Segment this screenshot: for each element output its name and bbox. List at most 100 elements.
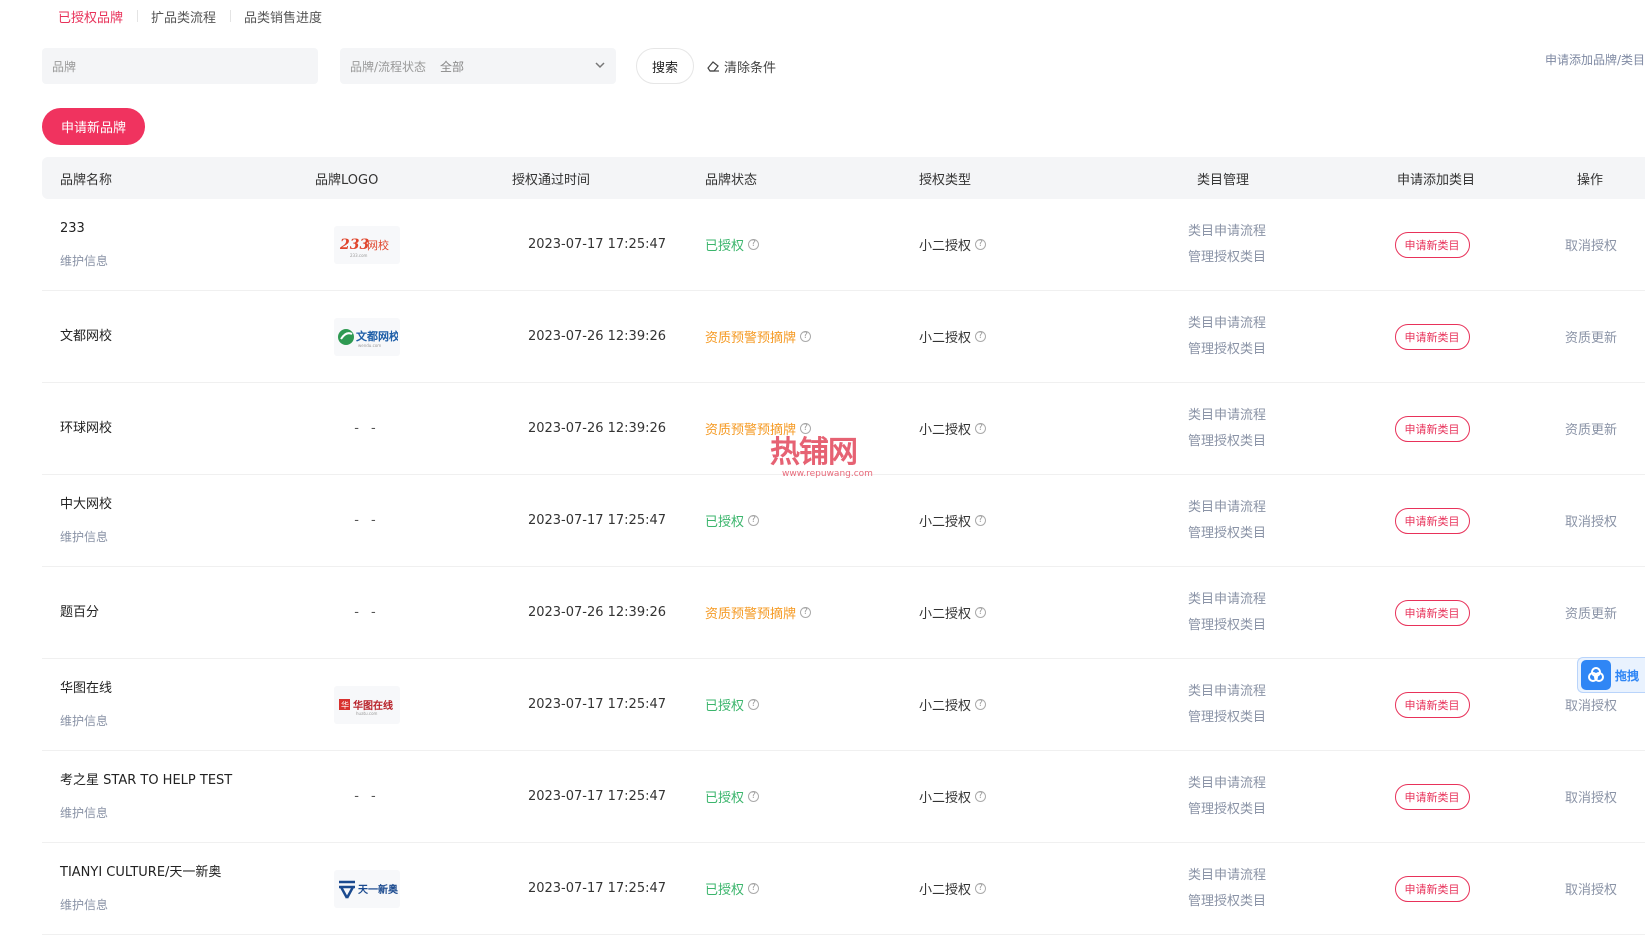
help-icon[interactable]: ? xyxy=(748,883,760,894)
apply-new-category-button[interactable]: 申请新类目 xyxy=(1394,507,1470,534)
apply-category-cell: 申请新类目 xyxy=(1382,659,1482,750)
category-apply-flow-link[interactable]: 类目申请流程 xyxy=(1188,495,1266,521)
help-icon[interactable]: ? xyxy=(975,791,987,802)
manage-auth-category-link[interactable]: 管理授权类目 xyxy=(1188,337,1266,363)
row-operation-link[interactable]: 资质更新 xyxy=(1565,603,1617,622)
help-icon[interactable]: ? xyxy=(975,515,987,526)
apply-new-category-button[interactable]: 申请新类目 xyxy=(1394,231,1470,258)
table-row: 环球网校 - -2023-07-26 12:39:26 资质预警预摘牌? 小二授权? 类… xyxy=(42,383,1645,475)
table-header: 品牌名称 品牌LOGO 授权通过时间 品牌状态 授权类型 类目管理 申请添加类目… xyxy=(42,157,1645,199)
manage-auth-category-link[interactable]: 管理授权类目 xyxy=(1188,429,1266,455)
auth-type: 小二授权? xyxy=(919,327,1019,346)
apply-new-category-button[interactable]: 申请新类目 xyxy=(1394,691,1470,718)
brand-status-cell: 已授权? xyxy=(705,659,905,750)
row-operation-link[interactable]: 资质更新 xyxy=(1565,419,1617,438)
row-operation-link[interactable]: 取消授权 xyxy=(1565,511,1617,530)
auth-type-label: 小二授权 xyxy=(919,883,972,898)
row-operation-link[interactable]: 取消授权 xyxy=(1565,695,1617,714)
help-icon[interactable]: ? xyxy=(975,331,987,342)
maintain-info-link[interactable]: 维护信息 xyxy=(60,528,300,545)
brand-name: 华图在线 xyxy=(60,681,113,696)
brand-status-select[interactable]: 品牌/流程状态 全部 xyxy=(340,48,616,84)
maintain-info-link[interactable]: 维护信息 xyxy=(60,804,300,821)
tab-category-expansion[interactable]: 扩品类流程 xyxy=(137,7,230,26)
category-apply-flow-link[interactable]: 类目申请流程 xyxy=(1188,587,1266,613)
brand-name: TIANYI CULTURE/天一新奥 xyxy=(60,865,222,880)
apply-new-category-button[interactable]: 申请新类目 xyxy=(1394,599,1470,626)
auth-type-cell: 小二授权? xyxy=(919,567,1019,658)
apply-new-category-button[interactable]: 申请新类目 xyxy=(1394,323,1470,350)
manage-auth-category-link[interactable]: 管理授权类目 xyxy=(1188,705,1266,731)
help-icon[interactable]: ? xyxy=(800,423,812,434)
category-apply-flow-link[interactable]: 类目申请流程 xyxy=(1188,771,1266,797)
svg-text:huatu.com: huatu.com xyxy=(356,711,378,716)
category-management-cell: 类目申请流程 管理授权类目 xyxy=(1172,291,1282,382)
help-icon[interactable]: ? xyxy=(800,331,812,342)
brand-search-input[interactable]: 品牌 xyxy=(42,48,318,84)
auth-time-cell: 2023-07-26 12:39:26 xyxy=(512,383,682,474)
category-management-cell: 类目申请流程 管理授权类目 xyxy=(1172,475,1282,566)
help-icon[interactable]: ? xyxy=(748,515,760,526)
clear-conditions-button[interactable]: 清除条件 xyxy=(706,48,776,84)
tab-bar: 已授权品牌 扩品类流程 品类销售进度 xyxy=(44,0,336,32)
maintain-info-link[interactable]: 维护信息 xyxy=(60,712,300,729)
apply-new-brand-button[interactable]: 申请新品牌 xyxy=(42,108,145,145)
svg-text:网校: 网校 xyxy=(367,238,389,252)
category-apply-flow-link[interactable]: 类目申请流程 xyxy=(1188,679,1266,705)
maintain-info-link[interactable]: 维护信息 xyxy=(60,896,300,913)
help-icon[interactable]: ? xyxy=(748,791,760,802)
help-icon[interactable]: ? xyxy=(975,239,987,250)
auth-time-cell: 2023-07-26 12:39:26 xyxy=(512,567,682,658)
brand-name-cell: 华图在线 维护信息 xyxy=(60,659,300,750)
manage-auth-category-link[interactable]: 管理授权类目 xyxy=(1188,245,1266,271)
table-row: 233 维护信息 233 网校 233.com 2023-07-17 17:25:47 已授… xyxy=(42,199,1645,291)
category-apply-flow-link[interactable]: 类目申请流程 xyxy=(1188,311,1266,337)
help-icon[interactable]: ? xyxy=(975,699,987,710)
svg-text:文都网校: 文都网校 xyxy=(356,329,398,343)
floating-drag-widget[interactable]: 拖拽 xyxy=(1577,657,1645,693)
auth-time: 2023-07-17 17:25:47 xyxy=(527,881,667,896)
search-button[interactable]: 搜索 xyxy=(636,48,694,84)
brand-status-label: 已授权 xyxy=(705,883,745,898)
manage-auth-category-link[interactable]: 管理授权类目 xyxy=(1188,521,1266,547)
help-icon[interactable]: ? xyxy=(800,607,812,618)
help-icon[interactable]: ? xyxy=(748,699,760,710)
category-apply-flow-link[interactable]: 类目申请流程 xyxy=(1188,219,1266,245)
svg-text:华: 华 xyxy=(341,700,349,710)
tab-category-sales-progress[interactable]: 品类销售进度 xyxy=(230,7,336,26)
category-management-cell: 类目申请流程 管理授权类目 xyxy=(1172,751,1282,842)
category-apply-flow-link[interactable]: 类目申请流程 xyxy=(1188,863,1266,889)
category-management-cell: 类目申请流程 管理授权类目 xyxy=(1172,199,1282,290)
help-icon[interactable]: ? xyxy=(748,239,760,250)
apply-new-category-button[interactable]: 申请新类目 xyxy=(1394,783,1470,810)
table-row: 题百分 - -2023-07-26 12:39:26 资质预警预摘牌? 小二授权? 类目… xyxy=(42,567,1645,659)
manage-auth-category-link[interactable]: 管理授权类目 xyxy=(1188,889,1266,915)
tab-authorized-brands[interactable]: 已授权品牌 xyxy=(44,7,137,26)
apply-new-category-button[interactable]: 申请新类目 xyxy=(1394,875,1470,902)
header-apply-category: 申请添加类目 xyxy=(1397,172,1476,188)
row-operation-link[interactable]: 取消授权 xyxy=(1565,787,1617,806)
auth-type: 小二授权? xyxy=(919,511,1019,530)
no-logo-placeholder: - - xyxy=(354,421,380,436)
apply-add-brand-category-link[interactable]: 申请添加品牌/类目 xyxy=(1545,51,1645,68)
category-management-cell: 类目申请流程 管理授权类目 xyxy=(1172,659,1282,750)
category-apply-flow-link[interactable]: 类目申请流程 xyxy=(1188,403,1266,429)
manage-auth-category-link[interactable]: 管理授权类目 xyxy=(1188,613,1266,639)
brand-logo: 文都网校 wendu.com xyxy=(334,317,400,356)
header-brand-name: 品牌名称 xyxy=(60,172,113,188)
manage-auth-category-link[interactable]: 管理授权类目 xyxy=(1188,797,1266,823)
help-icon[interactable]: ? xyxy=(975,883,987,894)
row-operation-link[interactable]: 取消授权 xyxy=(1565,879,1617,898)
help-icon[interactable]: ? xyxy=(975,607,987,618)
row-operation-link[interactable]: 资质更新 xyxy=(1565,327,1617,346)
auth-type: 小二授权? xyxy=(919,695,1019,714)
operation-cell: 资质更新 xyxy=(1547,383,1635,474)
maintain-info-link[interactable]: 维护信息 xyxy=(60,252,300,269)
auth-type-label: 小二授权 xyxy=(919,423,972,438)
help-icon[interactable]: ? xyxy=(975,423,987,434)
table-row: 中大网校 维护信息 - -2023-07-17 17:25:47 已授权? 小二授权? 类… xyxy=(42,475,1645,567)
svg-text:233: 233 xyxy=(339,237,369,253)
table-body: 233 维护信息 233 网校 233.com 2023-07-17 17:25:47 已授… xyxy=(42,199,1645,935)
row-operation-link[interactable]: 取消授权 xyxy=(1565,235,1617,254)
apply-new-category-button[interactable]: 申请新类目 xyxy=(1394,415,1470,442)
